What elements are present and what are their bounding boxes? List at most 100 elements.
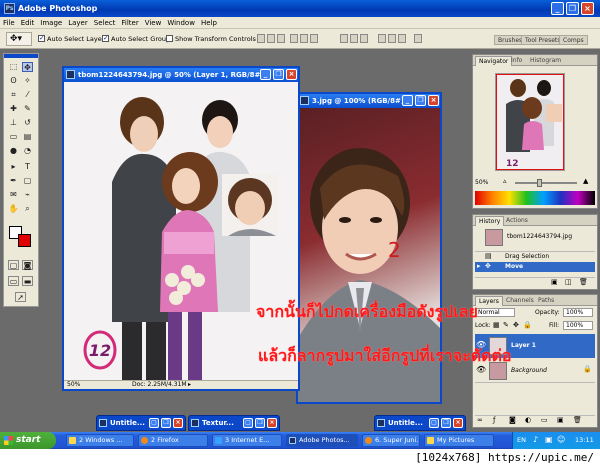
brush-tool-icon[interactable]: ✎ bbox=[22, 104, 33, 114]
new-layer-icon[interactable]: ▣ bbox=[557, 416, 564, 424]
close-button[interactable]: × bbox=[581, 2, 594, 15]
lock-pixels-icon[interactable]: ✎ bbox=[503, 321, 509, 329]
document-2-titlebar[interactable]: 3.jpg @ 100% (RGB/8#) _ ❐ × bbox=[298, 94, 440, 108]
auto-select-layer-checkbox[interactable]: Auto Select Layer bbox=[38, 34, 104, 43]
opacity-input[interactable]: 100% bbox=[563, 308, 593, 317]
minimized-window-untitled-1[interactable]: Untitle... ▢ ❐ × bbox=[96, 415, 186, 431]
fill-input[interactable]: 100% bbox=[563, 321, 593, 330]
tab-channels[interactable]: Channels bbox=[503, 296, 537, 306]
tab-navigator[interactable]: Navigator bbox=[475, 56, 513, 66]
eraser-tool-icon[interactable]: ▭ bbox=[8, 132, 19, 142]
background-color-swatch[interactable] bbox=[18, 234, 31, 247]
taskbar-item-super-junior[interactable]: 6. Super Juni... bbox=[362, 434, 420, 447]
navigator-zoom-value[interactable]: 50% bbox=[475, 179, 488, 186]
doc1-minimize-button[interactable]: _ bbox=[260, 69, 271, 80]
hand-tool-icon[interactable]: ✋ bbox=[8, 204, 19, 214]
distribute-vcenter-icon[interactable] bbox=[350, 34, 358, 43]
taskbar-item-internet-explorer[interactable]: 3 Internet E... bbox=[212, 434, 282, 447]
restore-button[interactable]: ▢ bbox=[149, 418, 159, 428]
delete-history-icon[interactable]: 🗑 bbox=[579, 278, 588, 286]
new-group-icon[interactable]: ▭ bbox=[541, 416, 548, 424]
minimized-window-untitled-2[interactable]: Untitle... ▢ ❐ × bbox=[374, 415, 466, 431]
delete-layer-icon[interactable]: 🗑 bbox=[573, 416, 582, 424]
standard-mode-icon[interactable]: ▢ bbox=[8, 260, 19, 270]
gradient-tool-icon[interactable]: ▤ bbox=[22, 132, 33, 142]
pen-tool-icon[interactable]: ✒ bbox=[8, 176, 19, 186]
move-tool-icon[interactable]: ✥ bbox=[22, 62, 33, 72]
messenger-icon[interactable]: ☺ bbox=[557, 435, 565, 444]
align-left-icon[interactable] bbox=[290, 34, 298, 43]
new-snapshot-icon[interactable]: ◫ bbox=[565, 278, 572, 286]
language-indicator[interactable]: EN bbox=[517, 436, 526, 444]
zoom-slider-track[interactable] bbox=[515, 182, 577, 184]
document-1-canvas[interactable]: 12 bbox=[64, 82, 298, 380]
menu-image[interactable]: Image bbox=[37, 17, 65, 29]
magic-wand-tool-icon[interactable]: ✧ bbox=[22, 76, 33, 86]
align-hcenter-icon[interactable] bbox=[300, 34, 308, 43]
path-selection-tool-icon[interactable]: ▸ bbox=[8, 162, 19, 172]
adjustment-layer-icon[interactable]: ◐ bbox=[525, 416, 531, 424]
screen-mode-standard-icon[interactable]: ▭ bbox=[8, 276, 19, 286]
blend-mode-select[interactable]: Normal bbox=[475, 308, 515, 317]
lock-transparency-icon[interactable]: ▦ bbox=[493, 321, 500, 329]
navigator-view-box[interactable] bbox=[496, 74, 564, 170]
menu-edit[interactable]: Edit bbox=[18, 17, 38, 29]
maximize-button[interactable]: ❐ bbox=[441, 418, 451, 428]
navigator-thumbnail[interactable]: 12 bbox=[495, 73, 565, 171]
auto-select-groups-checkbox[interactable]: Auto Select Groups bbox=[102, 34, 173, 43]
tab-paths[interactable]: Paths bbox=[535, 296, 557, 306]
tab-layers[interactable]: Layers bbox=[475, 296, 503, 306]
history-item-active[interactable]: ▸ ✥ Move bbox=[475, 262, 595, 272]
network-icon[interactable]: ▣ bbox=[545, 435, 553, 444]
eyedropper-tool-icon[interactable]: ⌁ bbox=[22, 190, 33, 200]
zoom-out-icon[interactable]: ▵ bbox=[503, 177, 507, 185]
distribute-left-icon[interactable] bbox=[378, 34, 386, 43]
doc2-minimize-button[interactable]: _ bbox=[402, 95, 413, 106]
lock-position-icon[interactable]: ✥ bbox=[513, 321, 519, 329]
close-button[interactable]: × bbox=[453, 418, 463, 428]
screen-mode-full-icon[interactable]: ▬ bbox=[22, 276, 33, 286]
start-button[interactable]: start bbox=[0, 432, 56, 449]
color-ramp[interactable] bbox=[475, 191, 595, 205]
align-right-icon[interactable] bbox=[310, 34, 318, 43]
jump-to-imageready-icon[interactable]: ➚ bbox=[15, 292, 26, 302]
auto-align-icon[interactable] bbox=[414, 34, 422, 43]
distribute-right-icon[interactable] bbox=[398, 34, 406, 43]
menu-help[interactable]: Help bbox=[198, 17, 220, 29]
document-size[interactable]: Doc: 2.25M/4.31M bbox=[132, 381, 187, 389]
distribute-bottom-icon[interactable] bbox=[360, 34, 368, 43]
doc1-maximize-button[interactable]: ❐ bbox=[273, 69, 284, 80]
menu-layer[interactable]: Layer bbox=[65, 17, 91, 29]
palette-well-tool-presets[interactable]: Tool Presets bbox=[521, 35, 565, 45]
restore-button[interactable]: ▢ bbox=[429, 418, 439, 428]
layer-style-icon[interactable]: ƒ bbox=[493, 416, 495, 424]
align-top-icon[interactable] bbox=[257, 34, 265, 43]
taskbar-item-photoshop[interactable]: Adobe Photos... bbox=[286, 434, 358, 447]
minimized-window-texture[interactable]: Textur... ▢ ❐ × bbox=[188, 415, 280, 431]
move-tool-preset-picker[interactable]: ✥▾ bbox=[6, 32, 32, 46]
lock-all-icon[interactable]: 🔒 bbox=[523, 321, 532, 329]
maximize-button[interactable]: ❐ bbox=[161, 418, 171, 428]
taskbar-item-windows[interactable]: 2 Windows ... bbox=[66, 434, 134, 447]
document-1-titlebar[interactable]: tbom1224643794.jpg @ 50% (Layer 1, RGB/8… bbox=[64, 68, 298, 82]
healing-brush-tool-icon[interactable]: ✚ bbox=[8, 104, 19, 114]
zoom-level[interactable]: 50% bbox=[67, 381, 80, 389]
align-bottom-icon[interactable] bbox=[277, 34, 285, 43]
zoom-in-icon[interactable]: ▲ bbox=[583, 177, 588, 185]
shape-tool-icon[interactable]: ▢ bbox=[22, 176, 33, 186]
blur-tool-icon[interactable]: ● bbox=[8, 146, 19, 156]
lasso-tool-icon[interactable]: ʘ bbox=[8, 76, 19, 86]
menu-filter[interactable]: Filter bbox=[118, 17, 141, 29]
notes-tool-icon[interactable]: ✉ bbox=[8, 190, 19, 200]
type-tool-icon[interactable]: T bbox=[22, 162, 33, 172]
zoom-tool-icon[interactable]: ⌕ bbox=[22, 204, 33, 214]
layer-mask-icon[interactable]: ◙ bbox=[509, 416, 516, 424]
menu-window[interactable]: Window bbox=[164, 17, 198, 29]
history-brush-tool-icon[interactable]: ↺ bbox=[22, 118, 33, 128]
menu-file[interactable]: File bbox=[0, 17, 18, 29]
menu-select[interactable]: Select bbox=[91, 17, 119, 29]
quick-mask-mode-icon[interactable]: ◙ bbox=[22, 260, 33, 270]
taskbar-item-firefox[interactable]: 2 Firefox bbox=[138, 434, 208, 447]
slice-tool-icon[interactable]: ⁄ bbox=[22, 90, 33, 100]
link-layers-icon[interactable]: ∞ bbox=[477, 416, 483, 424]
